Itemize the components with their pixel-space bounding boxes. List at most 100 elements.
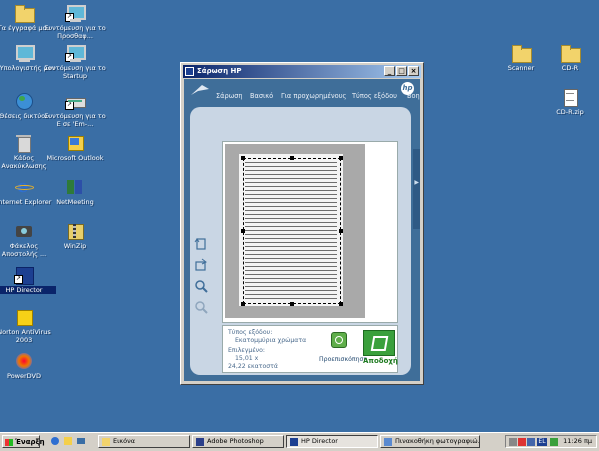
antivirus-tray-icon[interactable] <box>518 438 526 446</box>
ie-quicklaunch-icon[interactable] <box>50 436 60 446</box>
task-hp-director[interactable]: HP Director <box>286 435 378 448</box>
close-button[interactable]: × <box>408 66 419 76</box>
resize-handle[interactable] <box>241 229 245 233</box>
desktop-icon-winzip[interactable]: WinZip <box>43 222 107 250</box>
hp-director-icon <box>14 266 34 285</box>
hp-scan-window: Σάρωση HP _ □ × Σάρωση Βασικό Για προχωρ… <box>180 62 424 385</box>
desktop-icon-norton[interactable]: Norton AntiVirus 2003 <box>0 308 56 344</box>
selected-label: Επιλεγμένο: <box>228 347 266 354</box>
nav-advanced[interactable]: Για προχωρημένους <box>281 92 346 100</box>
folder-icon <box>14 4 35 23</box>
zoom-in-icon[interactable] <box>194 279 208 293</box>
scanner-tray-icon[interactable] <box>550 438 558 446</box>
desktop-icon-drive-e-shortcut[interactable]: Συντόμευση για το E σε 'Em-... <box>43 92 107 128</box>
drive-icon <box>65 92 86 110</box>
desktop-icon-cd-r[interactable]: CD-R <box>538 44 599 72</box>
volume-tray-icon[interactable] <box>527 438 535 446</box>
swoosh-logo-icon <box>191 85 209 95</box>
minimize-button[interactable]: _ <box>384 66 395 76</box>
scan-app-body: Σάρωση Βασικό Για προχωρημένους Τύπος εξ… <box>184 79 420 381</box>
window-titlebar[interactable]: Σάρωση HP _ □ × <box>183 65 421 78</box>
selected-width: 15,01 x <box>235 355 259 362</box>
computer-icon <box>65 44 86 62</box>
resize-handle[interactable] <box>339 229 343 233</box>
desktop-icon-powerdvd[interactable]: PowerDVD <box>0 352 56 380</box>
task-label: Εικόνα <box>113 437 136 445</box>
resize-handle[interactable] <box>290 156 294 160</box>
nav-scan[interactable]: Σάρωση <box>216 92 243 100</box>
network-tray-icon[interactable] <box>509 438 517 446</box>
zip-file-icon <box>560 88 580 107</box>
netmeeting-icon <box>65 178 85 196</box>
resize-handle[interactable] <box>241 156 245 160</box>
desktop-quicklaunch-icon[interactable] <box>76 436 86 446</box>
desktop-icon-add-remove-shortcut[interactable]: Συντόμευση για το Προσθαφ... <box>43 4 107 40</box>
resize-handle[interactable] <box>339 156 343 160</box>
maximize-button[interactable]: □ <box>396 66 407 76</box>
task-eikona[interactable]: Εικόνα <box>98 435 190 448</box>
briefcase-icon <box>14 222 34 240</box>
desktop-icon-hp-director[interactable]: HP Director <box>0 266 56 294</box>
window-title: Σάρωση HP <box>197 67 242 75</box>
accept-scan-icon <box>363 330 395 356</box>
photoshop-icon <box>196 438 204 446</box>
desktop-icon-netmeeting[interactable]: NetMeeting <box>43 178 107 206</box>
computer-icon <box>14 44 35 62</box>
output-info-panel: Τύπος εξόδου: Εκατομμύρια χρώματα Επιλεγ… <box>222 325 398 373</box>
recycle-bin-icon <box>14 134 34 153</box>
preview-label: Προεπισκόπηση <box>319 356 368 363</box>
desktop-icon-outlook[interactable]: Microsoft Outlook <box>43 134 107 162</box>
system-tray: EL 11:26 πμ <box>505 435 597 448</box>
resize-handle[interactable] <box>339 302 343 306</box>
network-icon <box>14 92 34 110</box>
task-label: Πινακοθήκη φωτογραφιώ... <box>395 437 480 445</box>
resize-handle[interactable] <box>290 302 294 306</box>
task-label: Adobe Photoshop <box>207 437 264 445</box>
zoom-out-icon[interactable] <box>194 300 208 314</box>
start-button[interactable]: Έναρξη <box>2 435 45 448</box>
windows-logo-icon <box>5 439 13 446</box>
accept-label: Αποδοχή <box>363 357 398 365</box>
accept-button[interactable]: Αποδοχή <box>363 330 398 368</box>
side-expander[interactable] <box>413 149 420 229</box>
task-photo-gallery[interactable]: Πινακοθήκη φωτογραφιώ... <box>380 435 480 448</box>
gallery-icon <box>384 438 392 446</box>
hp-icon <box>290 438 298 446</box>
desktop-icon-startup-shortcut[interactable]: Συντόμευση για το Startup <box>43 44 107 80</box>
norton-icon <box>14 308 34 326</box>
outlook-icon <box>65 134 85 152</box>
folder-icon <box>560 44 581 63</box>
flip-icon[interactable] <box>194 258 208 272</box>
powerdvd-icon <box>14 352 34 370</box>
ie-icon <box>14 176 34 197</box>
control-panel-icon <box>65 4 86 22</box>
taskbar: Έναρξη Εικόνα Adobe Photoshop HP Directo… <box>0 432 599 451</box>
selected-height: 24,22 εκατοστά <box>228 363 278 370</box>
preview-icon <box>331 332 347 348</box>
clock[interactable]: 11:26 πμ <box>563 436 592 447</box>
scan-nav: Σάρωση Βασικό Για προχωρημένους Τύπος εξ… <box>184 79 420 107</box>
chevron-right-icon[interactable]: ▶ <box>414 179 419 186</box>
scan-panel: Τύπος εξόδου: Εκατομμύρια χρώματα Επιλεγ… <box>190 107 411 375</box>
preview-button[interactable]: Προεπισκόπηση <box>319 332 368 363</box>
nav-basic[interactable]: Βασικό <box>250 92 273 100</box>
selection-rectangle[interactable] <box>241 156 343 306</box>
tool-column <box>194 237 210 321</box>
task-label: HP Director <box>301 437 338 445</box>
hp-logo: hp <box>401 82 414 95</box>
outlook-quicklaunch-icon[interactable] <box>63 436 73 446</box>
winzip-icon <box>65 222 85 240</box>
output-type-label: Τύπος εξόδου: <box>228 329 273 336</box>
scan-bed-area <box>225 144 365 318</box>
nav-output-type[interactable]: Τύπος εξόδου <box>352 92 397 100</box>
resize-handle[interactable] <box>241 302 245 306</box>
task-photoshop[interactable]: Adobe Photoshop <box>192 435 284 448</box>
desktop-icon-cd-r-zip[interactable]: CD-R.zip <box>538 88 599 116</box>
hp-app-icon <box>185 67 194 76</box>
language-indicator[interactable]: EL <box>537 438 547 446</box>
scan-preview <box>222 141 398 323</box>
rotate-icon[interactable] <box>194 237 208 251</box>
folder-icon <box>102 438 110 446</box>
folder-icon <box>511 44 532 63</box>
start-label: Έναρξη <box>15 438 45 446</box>
